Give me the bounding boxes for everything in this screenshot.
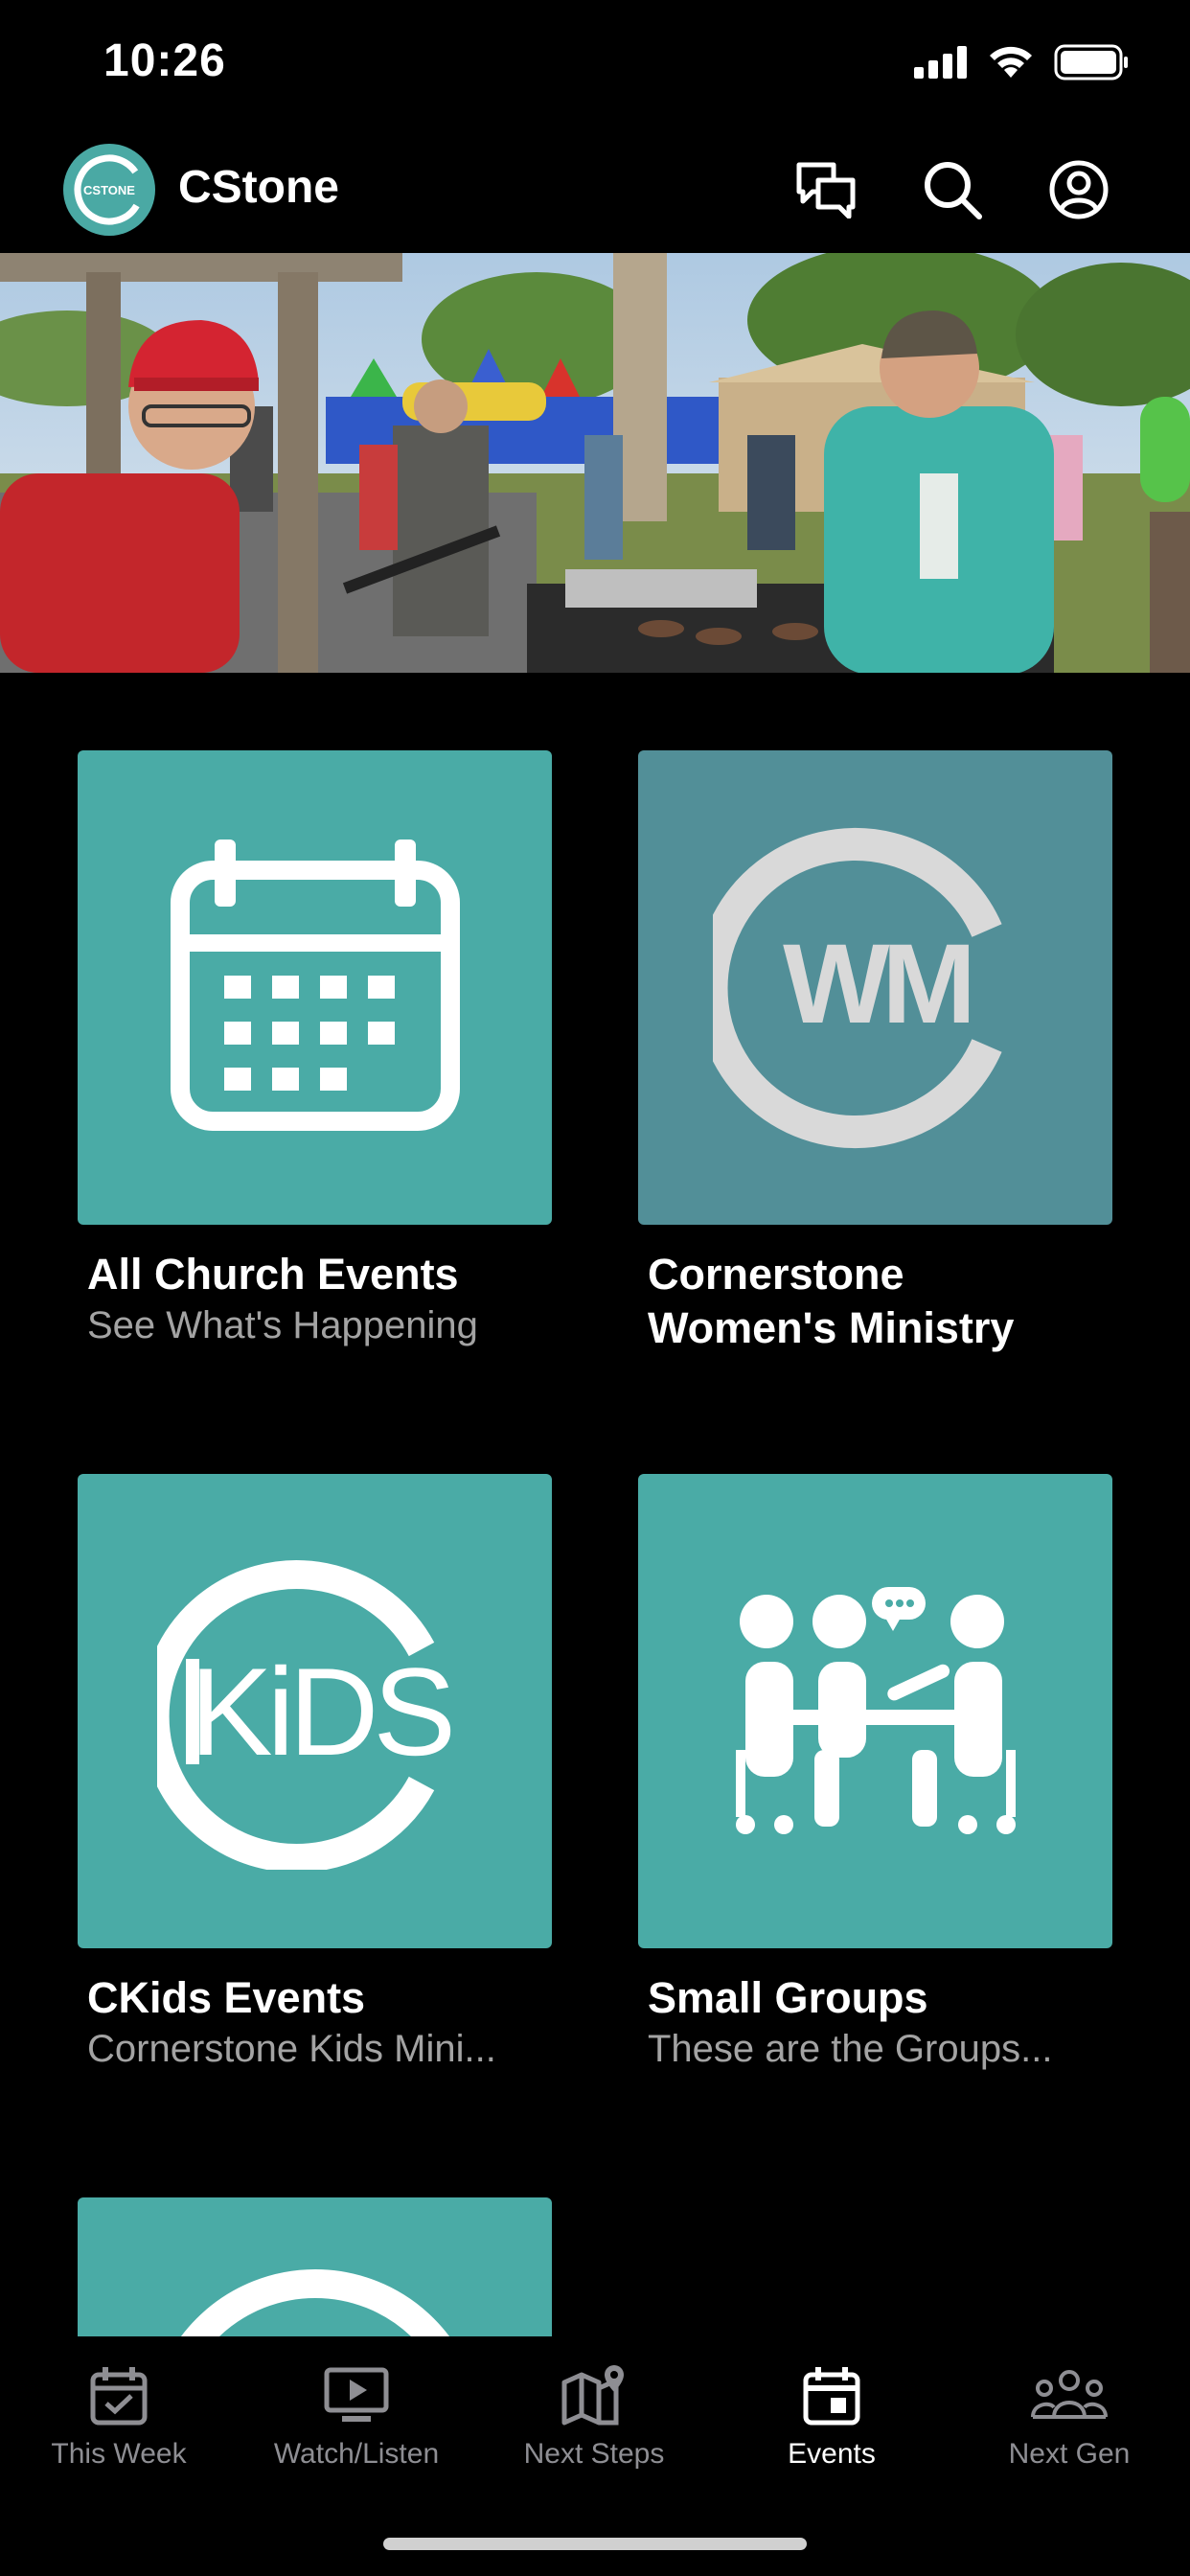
cellular-signal-icon xyxy=(914,46,967,79)
wifi-icon xyxy=(990,46,1032,78)
search-button[interactable] xyxy=(918,155,987,224)
svg-text:CSTONE: CSTONE xyxy=(83,183,135,197)
tab-label: Next Steps xyxy=(523,2438,665,2470)
calendar-check-icon xyxy=(90,2367,148,2426)
app-header: CSTONE CStone xyxy=(0,134,1190,253)
tab-label: This Week xyxy=(51,2438,187,2470)
video-play-icon xyxy=(324,2367,389,2422)
svg-text:KiDS: KiDS xyxy=(189,1642,449,1782)
status-time: 10:26 xyxy=(103,35,226,86)
tile-title: Small Groups xyxy=(648,1973,928,2022)
home-indicator[interactable] xyxy=(383,2538,807,2550)
chat-bubbles-icon xyxy=(796,162,856,218)
status-icons xyxy=(914,44,1129,80)
profile-button[interactable] xyxy=(1044,155,1113,224)
tile-title: CKids Events xyxy=(87,1973,366,2022)
messages-button[interactable] xyxy=(791,155,860,224)
battery-icon xyxy=(1054,44,1128,80)
cstone-logo-icon: CSTONE xyxy=(74,154,145,225)
tile-small-groups[interactable] xyxy=(638,1474,1112,1948)
tab-label: Next Gen xyxy=(1008,2438,1131,2470)
tab-this-week[interactable]: This Week xyxy=(0,2336,238,2480)
tab-next-gen[interactable]: Next Gen xyxy=(950,2336,1188,2480)
group-meeting-icon xyxy=(735,1586,1016,1834)
tab-next-steps[interactable]: Next Steps xyxy=(475,2336,713,2480)
calendar-day-icon xyxy=(803,2367,860,2426)
tile-title-line2: Women's Ministry xyxy=(648,1303,1015,1352)
tab-label: Watch/Listen xyxy=(273,2438,440,2470)
tile-subtitle: See What's Happening xyxy=(87,1304,478,1346)
hero-image[interactable] xyxy=(0,253,1190,673)
people-group-icon xyxy=(1031,2370,1108,2419)
wmc-logo: WM xyxy=(712,827,1002,1148)
tile-womens-ministry[interactable]: WM xyxy=(638,750,1112,1225)
app-title: CStone xyxy=(178,162,339,213)
search-icon xyxy=(925,162,982,219)
svg-text:WM: WM xyxy=(783,921,969,1047)
tile-partial[interactable] xyxy=(78,2197,552,2336)
tile-ckids-events[interactable]: KiDS xyxy=(78,1474,552,1948)
ckids-logo: KiDS xyxy=(156,1559,456,1870)
tile-subtitle: Cornerstone Kids Mini... xyxy=(87,2028,496,2070)
tile-title-line1: Cornerstone xyxy=(648,1250,904,1299)
tab-watch-listen[interactable]: Watch/Listen xyxy=(238,2336,475,2480)
tile-title: All Church Events xyxy=(87,1250,459,1299)
tab-events[interactable]: Events xyxy=(713,2336,950,2480)
tile-all-church-events[interactable] xyxy=(78,750,552,1225)
calendar-icon xyxy=(170,839,460,1131)
circle-logo-partial xyxy=(181,2269,449,2336)
tab-label: Events xyxy=(788,2438,876,2470)
hero-photo xyxy=(0,253,1190,673)
status-bar: 10:26 xyxy=(0,0,1190,134)
app-logo[interactable]: CSTONE xyxy=(63,144,155,236)
map-pin-icon xyxy=(561,2365,624,2426)
user-circle-icon xyxy=(1049,160,1109,219)
tile-subtitle: These are the Groups... xyxy=(648,2028,1053,2070)
